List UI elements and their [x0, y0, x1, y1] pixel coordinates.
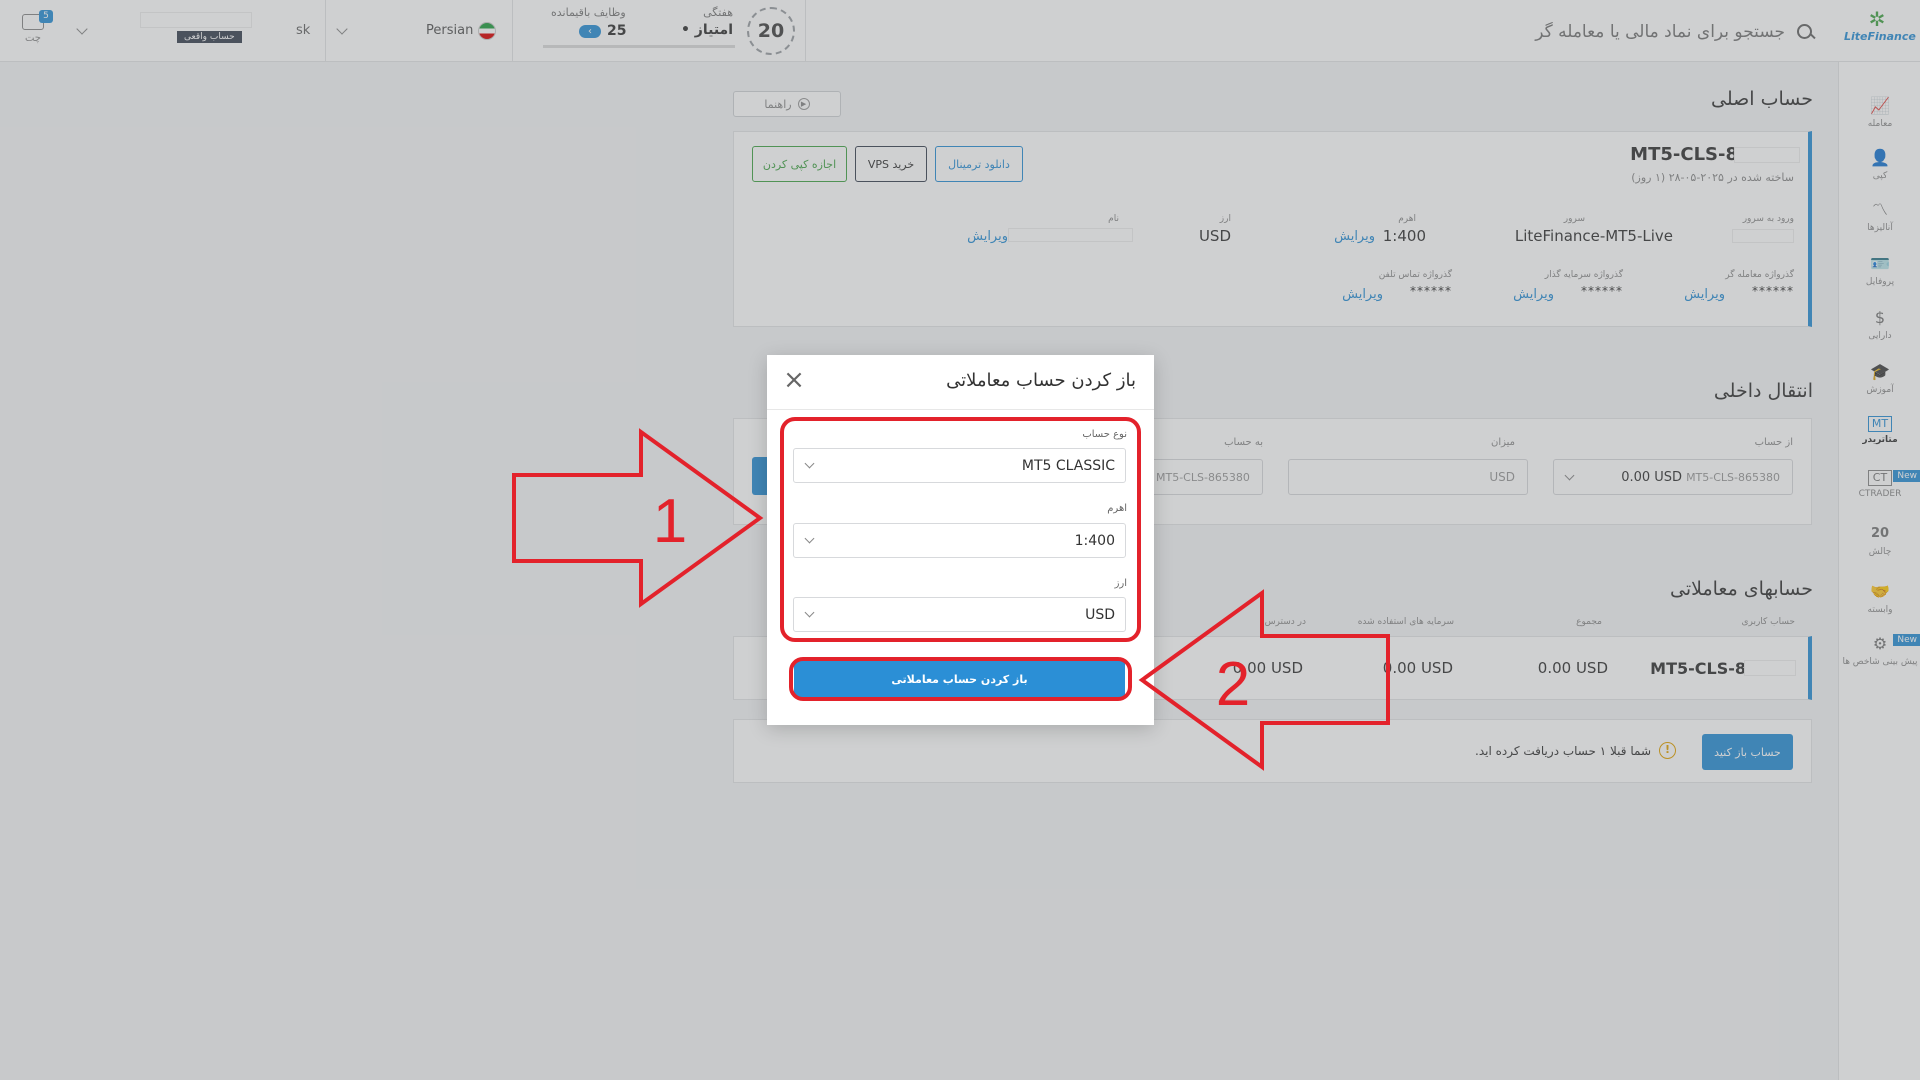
chevron-down-icon [804, 533, 815, 544]
account-type-label: نوع حساب [1082, 429, 1127, 440]
leverage-select[interactable]: 1:400 [793, 523, 1126, 558]
open-trading-account-modal: باز کردن حساب معاملاتی × نوع حساب MT5 CL… [767, 355, 1154, 725]
modal-divider [767, 409, 1154, 410]
currency-value: USD [1085, 607, 1115, 623]
currency-select[interactable]: USD [793, 597, 1126, 632]
account-type-select[interactable]: MT5 CLASSIC [793, 448, 1126, 483]
modal-title: باز کردن حساب معاملاتی [946, 370, 1136, 391]
currency-label: ارز [1114, 578, 1127, 589]
leverage-label: اهرم [1107, 503, 1127, 514]
chevron-down-icon [804, 607, 815, 618]
chevron-down-icon [804, 458, 815, 469]
leverage-value: 1:400 [1074, 533, 1115, 549]
open-account-submit-button[interactable]: باز کردن حساب معاملاتی [794, 661, 1125, 697]
account-type-value: MT5 CLASSIC [1021, 458, 1115, 474]
close-icon[interactable]: × [782, 367, 806, 393]
